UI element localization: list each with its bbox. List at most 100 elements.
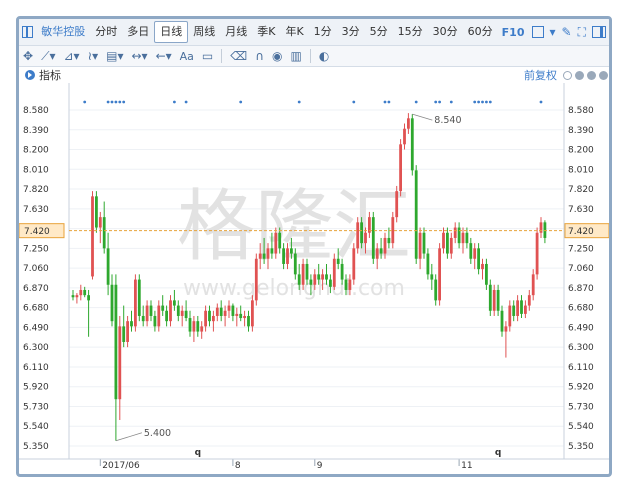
candle	[539, 217, 543, 238]
candle-body	[184, 310, 188, 319]
candle-body	[266, 248, 270, 259]
crosshair-icon[interactable]: ✥	[23, 49, 33, 63]
candle-body	[293, 253, 297, 275]
arrow-tool-icon[interactable]: ←▾	[156, 49, 172, 63]
period-tab-60min[interactable]: 60分	[463, 22, 498, 42]
line-tool-icon[interactable]: ⟋▾	[41, 49, 55, 64]
candle	[371, 211, 375, 264]
stock-name[interactable]: 敏华控股	[36, 22, 90, 42]
candle	[352, 243, 356, 285]
measure-tool-icon[interactable]: ↔▾	[131, 49, 147, 63]
candle-body	[278, 232, 282, 249]
candle	[453, 222, 457, 244]
pen-icon[interactable]: ✎	[562, 25, 572, 39]
candle-body	[543, 222, 547, 238]
layout-toggle-icon[interactable]	[22, 26, 34, 38]
watermark-url: www.gelonghui.com	[183, 276, 405, 301]
candle-body	[352, 248, 356, 280]
event-dot	[106, 100, 110, 104]
side-panel-icon[interactable]	[592, 26, 606, 38]
period-tab-multiday[interactable]: 多日	[122, 22, 154, 42]
eye-icon[interactable]: ◉	[272, 49, 282, 63]
zoom-in-icon[interactable]	[586, 70, 596, 80]
text-tool-button[interactable]: Aa	[180, 50, 194, 63]
candle	[243, 310, 246, 327]
y-tick-label-left: 6.490	[23, 323, 49, 333]
candle	[395, 185, 399, 223]
period-tab-intraday[interactable]: 分时	[90, 22, 122, 42]
chart-style-icon[interactable]	[531, 26, 544, 38]
y-tick-label-right: 8.010	[568, 165, 594, 175]
x-tick-label: 9	[317, 461, 323, 471]
reset-icon[interactable]	[562, 70, 572, 80]
event-dot	[449, 100, 453, 104]
candle-body	[453, 227, 457, 238]
period-tab-5min[interactable]: 5分	[365, 22, 393, 42]
period-tab-30min[interactable]: 30分	[428, 22, 463, 42]
period-tab-daily[interactable]: 日线	[154, 21, 189, 43]
play-icon[interactable]	[25, 70, 35, 80]
candle-body	[488, 284, 492, 311]
candle-body	[204, 310, 207, 327]
candle	[149, 300, 153, 322]
candle-body	[407, 118, 410, 129]
period-tab-quarterly[interactable]: 季K	[252, 22, 280, 42]
candle-body	[379, 248, 383, 254]
candle	[98, 211, 102, 244]
trash-icon[interactable]: ▥	[291, 49, 302, 63]
candle	[442, 227, 445, 254]
candle-body	[395, 191, 399, 218]
candle-body	[282, 248, 285, 264]
fib-tool-icon[interactable]: ▤▾	[106, 49, 123, 63]
candle	[446, 227, 449, 259]
candle-body	[422, 232, 426, 254]
indicator-label[interactable]: 指标	[39, 67, 61, 83]
candle-body	[297, 274, 301, 285]
candle-body	[83, 289, 87, 296]
event-dot	[473, 100, 477, 104]
candle-body	[141, 315, 145, 322]
period-tab-yearly[interactable]: 年K	[280, 22, 308, 42]
candle	[227, 300, 231, 319]
candle	[477, 243, 480, 275]
period-tab-monthly[interactable]: 月线	[220, 22, 252, 42]
zoom-out-icon[interactable]	[574, 70, 584, 80]
candle	[422, 227, 426, 259]
period-tab-1min[interactable]: 1分	[309, 22, 337, 42]
event-dot	[297, 100, 301, 104]
candle-body	[165, 310, 168, 322]
candle	[118, 315, 122, 420]
f10-button[interactable]: F10	[498, 26, 529, 39]
toggle-drawings-icon[interactable]: ◐	[319, 49, 329, 63]
candle	[473, 243, 477, 270]
comment-icon[interactable]: ▭	[202, 49, 213, 63]
period-tab-3min[interactable]: 3分	[337, 22, 365, 42]
candlestick-chart[interactable]: 格隆汇 www.gelonghui.com 8.580 8.580 8.390 8.3…	[19, 83, 609, 474]
chevron-down-icon[interactable]: ▾	[550, 25, 556, 39]
candle	[200, 321, 204, 339]
fullscreen-icon[interactable]: ⛶	[578, 25, 586, 40]
settings-icon[interactable]	[598, 70, 608, 80]
y-tick-label-left: 8.200	[23, 146, 49, 156]
candle-body	[122, 326, 126, 342]
candle	[356, 217, 360, 254]
candle	[399, 139, 402, 197]
channel-tool-icon[interactable]: ⊿▾	[64, 49, 80, 63]
event-markers: qq	[195, 448, 502, 458]
wave-tool-icon[interactable]: ≀▾	[88, 49, 99, 63]
period-tab-15min[interactable]: 15分	[393, 22, 428, 42]
candle	[95, 191, 98, 233]
candle-body	[102, 217, 106, 249]
candle	[106, 232, 110, 296]
period-tab-weekly[interactable]: 周线	[188, 22, 220, 42]
candle	[469, 237, 473, 264]
y-tick-label-left: 7.250	[23, 244, 49, 254]
candle-body	[383, 237, 387, 254]
candle-body	[157, 305, 161, 327]
eraser-icon[interactable]: ⌫	[230, 49, 247, 63]
magnet-icon[interactable]: ∩	[255, 49, 264, 63]
candle-body	[239, 313, 243, 319]
candle-body	[325, 274, 328, 280]
candle	[184, 300, 188, 322]
adjust-mode-button[interactable]: 前复权	[524, 67, 557, 83]
